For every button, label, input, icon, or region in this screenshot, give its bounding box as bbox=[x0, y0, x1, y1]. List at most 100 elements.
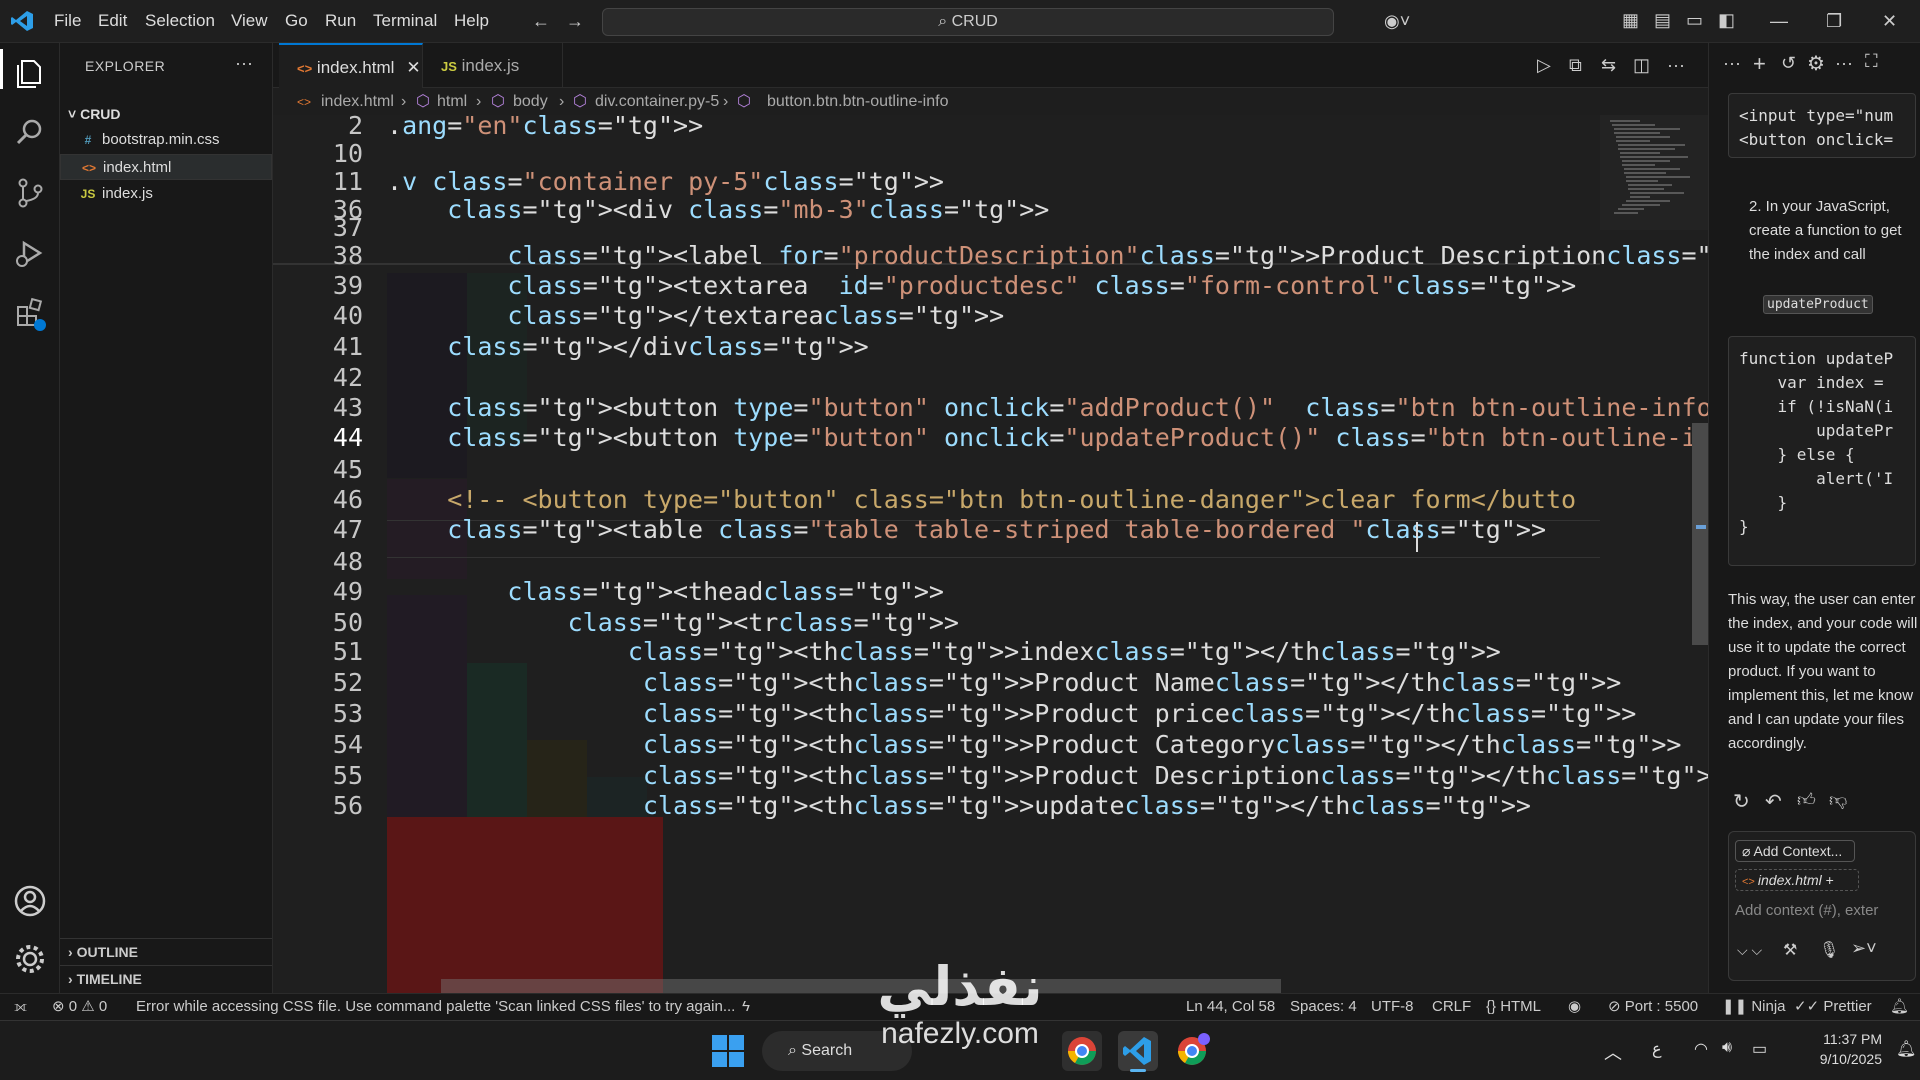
minimap[interactable] bbox=[1600, 115, 1708, 993]
chat-input-box[interactable]: ⌀ Add Context... <> index.html + Add con… bbox=[1728, 831, 1916, 981]
language-mode[interactable]: {} HTML bbox=[1486, 994, 1541, 1020]
status-message[interactable]: Error while accessing CSS file. Use comm… bbox=[136, 994, 735, 1020]
source-control-icon[interactable] bbox=[12, 175, 48, 211]
plus-icon[interactable]: + bbox=[1826, 872, 1834, 888]
code-line[interactable]: class="tg"><thclass="tg">>Product pricec… bbox=[387, 699, 1636, 728]
line-ending[interactable]: CRLF bbox=[1432, 994, 1471, 1020]
code-line[interactable]: .v class="container py-5"class="tg">> bbox=[387, 167, 944, 196]
code-line[interactable]: class="tg"><thclass="tg">>indexclass="tg… bbox=[387, 637, 1501, 666]
run-debug-icon[interactable] bbox=[12, 235, 48, 271]
outline-section[interactable]: › OUTLINE bbox=[60, 938, 272, 964]
code-line[interactable]: class="tg"><thclass="tg">>Product Namecl… bbox=[387, 668, 1621, 697]
tools-icon[interactable]: ⚒ bbox=[1783, 940, 1797, 960]
folder-crud[interactable]: ˅ CRUD bbox=[60, 101, 272, 127]
send-icon[interactable]: ➢˅ bbox=[1851, 938, 1877, 959]
code-line[interactable]: class="tg"><label for="productDescriptio… bbox=[387, 241, 1708, 270]
code-line[interactable]: class="tg"></textareaclass="tg">> bbox=[387, 301, 1004, 330]
code-line[interactable]: class="tg"><thclass="tg">>Product Descri… bbox=[387, 761, 1708, 790]
encoding[interactable]: UTF-8 bbox=[1371, 994, 1414, 1020]
manage-gear-icon[interactable] bbox=[12, 941, 48, 977]
clock[interactable]: 11:37 PM 9/10/2025 bbox=[1792, 1029, 1882, 1069]
more-icon[interactable]: ··· bbox=[1723, 53, 1741, 74]
code-line[interactable]: class="tg"><table class="table table-str… bbox=[387, 515, 1546, 544]
breadcrumb-item[interactable]: index.html bbox=[321, 89, 394, 115]
maximize-icon[interactable]: ⛶ bbox=[1865, 51, 1878, 72]
close-window-icon[interactable]: ✕ bbox=[1882, 10, 1897, 32]
toggle-primary-sidebar-icon[interactable]: ▤ bbox=[1654, 9, 1671, 31]
code-line[interactable]: class="tg"><thclass="tg">>updateclass="t… bbox=[387, 791, 1531, 820]
tab-index-js[interactable]: JS index.js bbox=[423, 43, 563, 88]
volume-icon[interactable]: 🔊︎ bbox=[1722, 1039, 1732, 1057]
split-editor-icon[interactable]: ◫ bbox=[1633, 55, 1650, 76]
file-bootstrap-css[interactable]: # bootstrap.min.css bbox=[60, 127, 272, 153]
code-line[interactable]: class="tg"><button type="button" onclick… bbox=[387, 393, 1708, 422]
add-context-button[interactable]: ⌀ Add Context... bbox=[1735, 840, 1855, 862]
extensions-icon[interactable] bbox=[12, 295, 48, 331]
retry-icon[interactable]: ↻ bbox=[1733, 789, 1750, 814]
wifi-icon[interactable]: ◠ bbox=[1694, 1039, 1708, 1059]
ninja-status[interactable]: ❚❚ Ninja bbox=[1722, 994, 1786, 1020]
editor-more-icon[interactable]: ··· bbox=[1667, 55, 1685, 76]
code-line[interactable]: class="tg"><theadclass="tg">> bbox=[387, 577, 944, 606]
chat-input-placeholder[interactable]: Add context (#), exter bbox=[1735, 902, 1878, 919]
cursor-position[interactable]: Ln 44, Col 58 bbox=[1186, 994, 1275, 1020]
history-icon[interactable]: ↺ bbox=[1781, 53, 1796, 74]
menu-terminal[interactable]: Terminal bbox=[373, 11, 437, 31]
customize-layout-icon[interactable]: ▦ bbox=[1622, 9, 1639, 31]
copilot-status-icon[interactable]: ◉ bbox=[1568, 994, 1581, 1020]
code-line[interactable]: .ang="en"class="tg">> bbox=[387, 115, 703, 140]
explorer-icon[interactable] bbox=[12, 55, 48, 91]
open-preview-icon[interactable]: ⧉ bbox=[1569, 55, 1582, 76]
vscode-taskbar-icon[interactable] bbox=[1118, 1031, 1158, 1072]
chrome-profile-taskbar-icon[interactable] bbox=[1172, 1031, 1212, 1071]
restore-icon[interactable]: ❐ bbox=[1826, 10, 1842, 32]
breadcrumb-item[interactable]: button.btn.btn-outline-info bbox=[767, 89, 948, 115]
code-line[interactable]: class="tg"></divclass="tg">> bbox=[387, 332, 868, 361]
file-index-js[interactable]: JS index.js bbox=[60, 181, 272, 207]
indentation[interactable]: Spaces: 4 bbox=[1290, 994, 1357, 1020]
tab-index-html[interactable]: <> index.html ✕ bbox=[279, 43, 423, 88]
undo-icon[interactable]: ↶ bbox=[1765, 789, 1782, 814]
code-line[interactable]: class="tg"><trclass="tg">> bbox=[387, 608, 959, 637]
menu-edit[interactable]: Edit bbox=[98, 11, 127, 31]
breadcrumb-item[interactable]: div.container.py-5 bbox=[595, 89, 719, 115]
menu-go[interactable]: Go bbox=[285, 11, 308, 31]
code-line[interactable]: class="tg"><button type="button" onclick… bbox=[387, 423, 1708, 452]
file-index-html[interactable]: <> index.html bbox=[60, 154, 272, 180]
close-tab-icon[interactable]: ✕ bbox=[406, 58, 420, 77]
input-language[interactable]: ع bbox=[1652, 1039, 1662, 1059]
windows-start-icon[interactable] bbox=[712, 1035, 744, 1067]
run-icon[interactable]: ▷ bbox=[1537, 55, 1551, 76]
minimize-icon[interactable]: — bbox=[1770, 10, 1788, 32]
breadcrumb-item[interactable]: html bbox=[437, 89, 467, 115]
more-actions-icon[interactable]: ··· bbox=[235, 53, 253, 74]
mode-dropdown-icon[interactable]: ⌵ ⌵ bbox=[1737, 942, 1762, 959]
bell-icon[interactable]: 🔔︎ bbox=[1890, 994, 1909, 1020]
timeline-section[interactable]: › TIMELINE bbox=[60, 965, 272, 991]
toggle-panel-icon[interactable]: ▭ bbox=[1686, 9, 1703, 31]
problems-indicator[interactable]: ⊗ 0 ⚠ 0 bbox=[52, 994, 107, 1020]
new-chat-icon[interactable]: + bbox=[1753, 51, 1766, 77]
menu-help[interactable]: Help bbox=[454, 11, 489, 31]
thumbs-down-icon[interactable]: 👎︎ bbox=[1829, 789, 1847, 811]
prettier-status[interactable]: ✓✓ Prettier bbox=[1794, 994, 1872, 1020]
code-area[interactable]: 2 .ang="en"class="tg">> 10 11 .v class="cont… bbox=[273, 115, 1708, 993]
code-line[interactable]: class="tg"><textarea id="productdesc" cl… bbox=[387, 271, 1576, 300]
forward-arrow-icon[interactable]: → bbox=[566, 10, 584, 32]
live-server-port[interactable]: ⊘ Port : 5500 bbox=[1608, 994, 1698, 1020]
remote-icon[interactable]: ⟗ bbox=[14, 994, 27, 1020]
notifications-icon[interactable]: 🔔︎ bbox=[1896, 1039, 1916, 1059]
code-line[interactable]: class="tg"><div class="mb-3"class="tg">> bbox=[387, 195, 1049, 224]
menu-file[interactable]: File bbox=[54, 11, 81, 31]
battery-icon[interactable]: ▭ bbox=[1752, 1039, 1767, 1059]
code-line[interactable]: class="tg"><thclass="tg">>Product Catego… bbox=[387, 730, 1682, 759]
gear-icon[interactable]: ⚙ bbox=[1807, 51, 1825, 76]
menu-view[interactable]: View bbox=[231, 11, 268, 31]
chevron-up-icon[interactable]: ︿ bbox=[1604, 1039, 1622, 1065]
search-icon[interactable] bbox=[12, 115, 48, 151]
code-editor[interactable]: 2 .ang="en"class="tg">> 10 11 .v class="cont… bbox=[273, 115, 1708, 993]
context-file-chip[interactable]: <> index.html + bbox=[1735, 869, 1859, 891]
accounts-icon[interactable] bbox=[12, 883, 48, 919]
menu-run[interactable]: Run bbox=[325, 11, 356, 31]
command-center[interactable]: ⌕ CRUD bbox=[602, 8, 1334, 36]
